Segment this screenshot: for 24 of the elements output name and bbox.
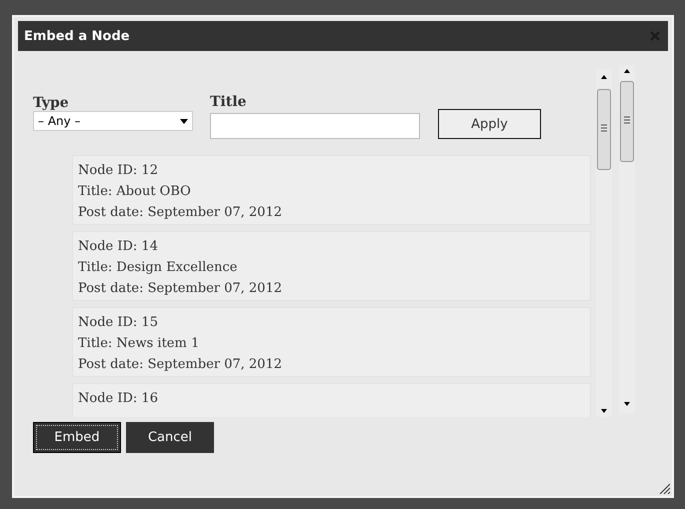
resize-grip-icon[interactable]	[659, 483, 670, 494]
caret-icon	[180, 118, 188, 124]
result-text: Node ID: 14	[78, 238, 159, 256]
dialog-title: Embed a Node	[24, 28, 130, 44]
title-input[interactable]	[210, 113, 420, 139]
result-card[interactable]: Node ID: 12 Title: About OBO Post date: September 07, 2012	[72, 155, 591, 225]
result-text: Post date: September 07, 2012	[78, 356, 283, 374]
result-text: Node ID: 12	[78, 162, 159, 180]
type-dropdown[interactable]: – Any –	[33, 111, 193, 131]
result-text: Title: Design Excellence	[78, 259, 238, 277]
dialog-button[interactable]: Embed	[33, 422, 121, 453]
result-card[interactable]: Node ID: 15 Title: News item 1 Post date: September 07, 2012	[72, 307, 591, 377]
result-text: Post date: September 07, 2012	[78, 280, 283, 298]
type-label: Type	[33, 95, 70, 111]
result-card[interactable]: Node ID: 16	[72, 383, 591, 417]
result-card[interactable]: Node ID: 14 Title: Design Excellence Post date: September 07, 2012	[72, 231, 591, 301]
title-label: Title	[210, 94, 248, 110]
result-text: Title: News item 1	[78, 335, 200, 353]
result-text: Post date: September 07, 2012	[78, 204, 283, 222]
result-text: Node ID: 16	[78, 390, 159, 408]
result-text: Title: About OBO	[78, 183, 192, 201]
dialog-button[interactable]: Cancel	[126, 422, 214, 453]
result-text: Node ID: 15	[78, 314, 159, 332]
apply-button[interactable]: Apply	[438, 109, 541, 139]
